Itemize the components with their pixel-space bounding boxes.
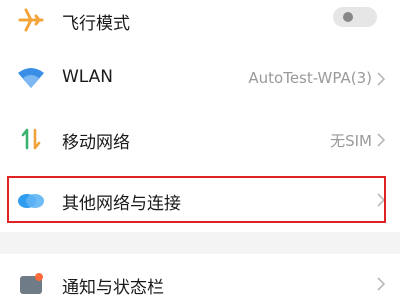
airplane-icon <box>17 6 45 34</box>
chevron-right-icon <box>376 71 386 87</box>
chevron-right-icon <box>376 132 386 148</box>
wifi-icon <box>17 64 45 92</box>
airplane-mode-toggle[interactable] <box>333 7 377 27</box>
settings-row-wlan[interactable]: WLAN AutoTest-WPA(3) <box>0 55 400 101</box>
settings-row-mobile-network[interactable]: 移动网络 无SIM <box>0 117 400 163</box>
notification-icon <box>17 270 45 298</box>
wlan-network-name: AutoTest-WPA(3) <box>248 69 372 87</box>
mobile-network-status: 无SIM <box>330 132 372 150</box>
wlan-label: WLAN <box>62 67 114 87</box>
section-divider <box>0 232 400 254</box>
settings-row-notifications[interactable]: 通知与状态栏 <box>0 262 400 300</box>
mobile-network-icon <box>17 125 45 153</box>
settings-row-airplane-mode[interactable]: 飞行模式 <box>0 0 400 40</box>
notifications-label: 通知与状态栏 <box>62 278 164 298</box>
airplane-mode-label: 飞行模式 <box>62 14 130 34</box>
mobile-network-label: 移动网络 <box>62 133 130 153</box>
chevron-right-icon <box>376 276 386 292</box>
toggle-knob <box>343 12 353 22</box>
highlight-box <box>7 176 386 223</box>
